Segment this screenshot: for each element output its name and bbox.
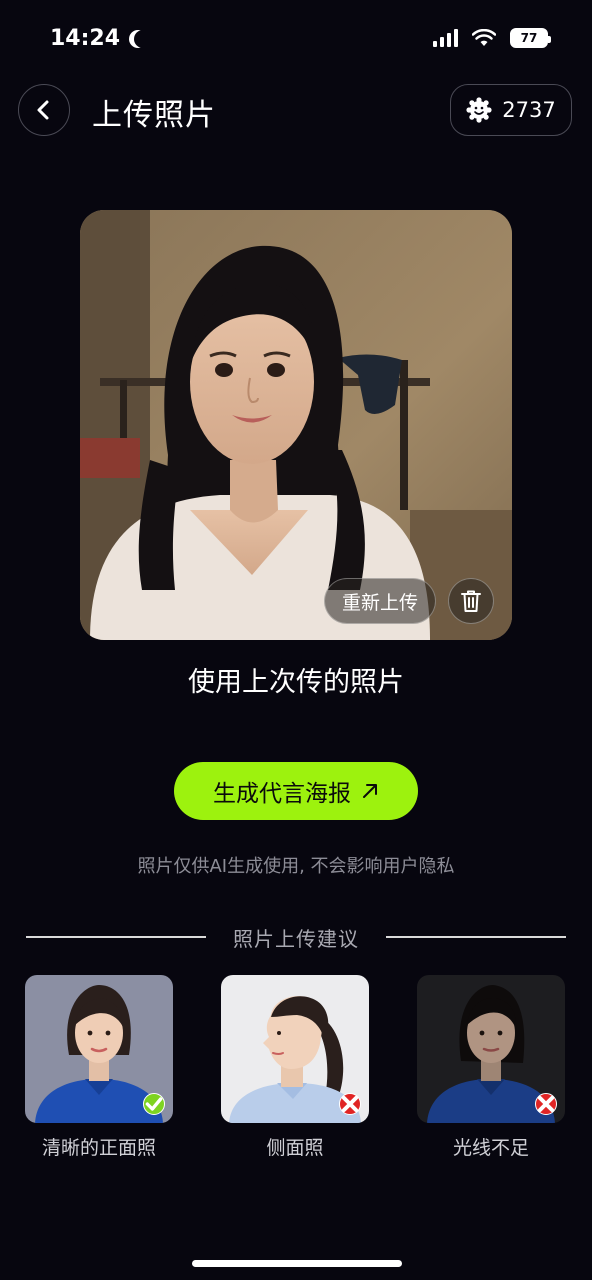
cross-badge-icon [535,1093,557,1115]
status-time-text: 14:24 [50,26,121,51]
close-icon [342,1096,358,1112]
credits-count: 2737 [502,98,556,122]
tip-front-photo: 清晰的正面照 [25,975,173,1160]
tip-label: 侧面照 [266,1137,324,1159]
page-title: 上传照片 [92,98,216,133]
battery-icon: 77 [510,28,551,48]
cross-badge-icon [339,1093,361,1115]
tip-image [25,975,173,1123]
status-icons: 77 [433,28,551,48]
tip-low-light: 光线不足 [417,975,565,1160]
chevron-left-icon [37,100,49,120]
wifi-icon [472,29,496,46]
use-last-photo-label: 使用上次传的照片 [188,667,404,698]
tip-label: 清晰的正面照 [41,1137,156,1159]
divider [26,936,206,938]
generate-poster-button[interactable]: 生成代言海报 [174,762,418,820]
coin-icon [466,97,492,123]
status-bar: 14:24 77 [0,0,592,70]
tip-image [417,975,565,1123]
close-icon [538,1096,554,1112]
reupload-button[interactable]: 重新上传 [324,578,436,624]
back-button[interactable] [18,84,70,136]
check-badge-icon [143,1093,165,1115]
tips-title: 照片上传建议 [233,926,359,951]
arrow-up-right-icon [363,784,377,798]
upload-photo-screen: 14:24 77 上传照片 2737 重新上传 使用上次传的照片 生成代言海报 … [0,0,592,1280]
signal-icon [433,29,458,47]
battery-level: 77 [520,31,538,45]
tip-image [221,975,369,1123]
status-time: 14:24 [50,26,144,51]
tip-label: 光线不足 [452,1137,529,1159]
home-indicator[interactable] [192,1260,402,1267]
tip-side-photo: 侧面照 [221,975,369,1160]
uploaded-photo-card[interactable]: 重新上传 [80,210,512,640]
trash-icon [461,590,481,612]
delete-photo-button[interactable] [448,578,494,624]
privacy-note: 照片仅供AI生成使用, 不会影响用户隐私 [137,856,455,877]
generate-poster-label: 生成代言海报 [213,781,351,807]
tips-header: 照片上传建议 [26,922,566,952]
check-icon [145,1097,163,1111]
uploaded-photo [80,210,512,640]
divider [386,936,566,938]
moon-icon [134,30,152,48]
credits-badge[interactable]: 2737 [450,84,572,136]
